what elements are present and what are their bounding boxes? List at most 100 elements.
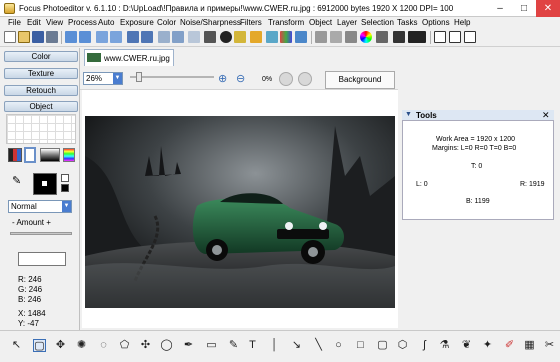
tab-retouch[interactable]: Retouch <box>4 85 78 96</box>
new-file-icon[interactable] <box>4 31 16 43</box>
curve-tool-icon[interactable]: ʃ <box>418 339 431 352</box>
image-preview[interactable] <box>85 116 395 308</box>
menu-object[interactable]: Object <box>309 18 332 27</box>
background-button[interactable]: Background <box>325 71 395 89</box>
brush-select-icon[interactable]: ✣ <box>139 339 152 352</box>
zoom-slider[interactable] <box>130 76 214 78</box>
magic-wand-icon[interactable]: ✺ <box>75 339 88 352</box>
menu-edit[interactable]: Edit <box>27 18 41 27</box>
document-thumbnail <box>87 53 101 62</box>
save-icon[interactable] <box>32 31 44 43</box>
menu-auto[interactable]: Auto <box>98 18 114 27</box>
panel-close-icon[interactable]: ✕ <box>542 110 550 121</box>
ellipse-select-icon[interactable]: ◯ <box>160 339 173 352</box>
blur-icon[interactable] <box>345 31 357 43</box>
minimize-button[interactable]: – <box>488 0 512 17</box>
sharpen-icon[interactable] <box>315 31 327 43</box>
menu-view[interactable]: View <box>46 18 63 27</box>
zoom-out-icon[interactable]: ⊖ <box>236 72 245 85</box>
zoom-fit-icon[interactable]: ⊕ <box>218 72 227 85</box>
maximize-button[interactable]: □ <box>512 0 536 17</box>
menu-exposure[interactable]: Exposure <box>120 18 154 27</box>
menu-layer[interactable]: Layer <box>337 18 357 27</box>
canvas-icon[interactable] <box>188 31 200 43</box>
eyedropper-tool-icon[interactable]: ✒ <box>182 339 195 352</box>
spectrum-bar[interactable] <box>63 148 75 162</box>
noise-icon[interactable] <box>330 31 342 43</box>
gradient-tool-icon[interactable]: ▦ <box>523 339 536 352</box>
flip-vertical-icon[interactable] <box>141 31 153 43</box>
channels-icon[interactable] <box>280 31 292 43</box>
paint-brush-icon[interactable]: ✐ <box>503 339 516 352</box>
menu-tasks[interactable]: Tasks <box>397 18 417 27</box>
menu-options[interactable]: Options <box>422 18 450 27</box>
grid-icon[interactable] <box>434 31 446 43</box>
rectangle-tool-icon[interactable]: □ <box>354 339 367 352</box>
menu-transform[interactable]: Transform <box>268 18 304 27</box>
lasso-tool-icon[interactable]: ◌ <box>97 339 110 352</box>
gray-ramp[interactable] <box>40 148 60 162</box>
brush-preview-icon[interactable] <box>24 147 36 163</box>
layout-icon[interactable] <box>464 31 476 43</box>
menu-noise-sharpness[interactable]: Noise/Sharpness <box>180 18 241 27</box>
open-folder-icon[interactable] <box>18 31 30 43</box>
menu-selection[interactable]: Selection <box>361 18 394 27</box>
guides-icon[interactable] <box>449 31 461 43</box>
curves-icon[interactable] <box>266 31 278 43</box>
chevron-down-icon[interactable]: ▼ <box>62 201 71 212</box>
tab-texture[interactable]: Texture <box>4 68 78 79</box>
vsm-icon[interactable] <box>408 31 426 43</box>
rotate-left-icon[interactable] <box>96 31 108 43</box>
rotate-right-icon[interactable] <box>110 31 122 43</box>
save-as-icon[interactable] <box>46 31 58 43</box>
poly-lasso-icon[interactable]: ⬠ <box>118 339 131 352</box>
paint-bucket-icon[interactable]: ⚗ <box>438 339 451 352</box>
rounded-rect-icon[interactable]: ▢ <box>376 339 389 352</box>
menu-color[interactable]: Color <box>157 18 176 27</box>
eraser-tool-icon[interactable]: ✂ <box>543 339 556 352</box>
collapse-icon[interactable]: ▼ <box>405 111 412 118</box>
levels-icon[interactable] <box>204 31 216 43</box>
chevron-down-icon[interactable]: ▼ <box>113 73 122 84</box>
line-tool-icon[interactable]: │ <box>268 339 281 352</box>
tab-object[interactable]: Object <box>4 101 78 112</box>
resize-icon[interactable] <box>172 31 184 43</box>
circle-tool-icon[interactable]: ○ <box>332 339 345 352</box>
stamp-tool-icon[interactable]: ✦ <box>481 339 494 352</box>
flip-horizontal-icon[interactable] <box>127 31 139 43</box>
grayscale-icon[interactable] <box>376 31 388 43</box>
menu-file[interactable]: File <box>8 18 21 27</box>
color-wheel-icon[interactable] <box>360 31 372 43</box>
hdr-icon[interactable] <box>393 31 405 43</box>
swap-colors-icon[interactable] <box>61 184 69 192</box>
prev-icon[interactable] <box>279 72 293 86</box>
background-color-swatch[interactable] <box>61 174 69 182</box>
redo-icon[interactable] <box>79 31 91 43</box>
shape-select-icon[interactable]: ▭ <box>205 339 218 352</box>
amount-slider[interactable] <box>10 232 72 235</box>
next-icon[interactable] <box>298 72 312 86</box>
crop-icon[interactable] <box>158 31 170 43</box>
clone-tool-icon[interactable]: ❦ <box>460 339 473 352</box>
pointer-tool-icon[interactable]: ↖ <box>10 339 23 352</box>
auto-color-icon[interactable] <box>250 31 262 43</box>
pen-tool-icon[interactable]: ✎ <box>227 339 240 352</box>
select-tool-icon[interactable]: ▢ <box>33 339 46 352</box>
zoom-slider-thumb[interactable] <box>136 72 142 82</box>
undo-icon[interactable] <box>65 31 77 43</box>
move-tool-icon[interactable]: ✥ <box>54 339 67 352</box>
menu-help[interactable]: Help <box>454 18 470 27</box>
text-tool-icon[interactable]: T <box>246 339 259 352</box>
histogram-icon[interactable] <box>295 31 307 43</box>
menu-process[interactable]: Process <box>68 18 97 27</box>
arrow-tool-icon[interactable]: ↘ <box>290 339 303 352</box>
brightness-icon[interactable] <box>234 31 246 43</box>
exposure-icon[interactable] <box>220 31 232 43</box>
diagonal-line-icon[interactable]: ╲ <box>312 339 325 352</box>
menu-filters[interactable]: Filters <box>240 18 262 27</box>
tab-color[interactable]: Color <box>4 51 78 62</box>
swatch-palette-icon[interactable] <box>8 148 22 162</box>
eyedropper-icon[interactable]: ✎ <box>12 174 21 187</box>
close-button[interactable]: ✕ <box>536 0 560 17</box>
polygon-tool-icon[interactable]: ⬡ <box>396 339 409 352</box>
